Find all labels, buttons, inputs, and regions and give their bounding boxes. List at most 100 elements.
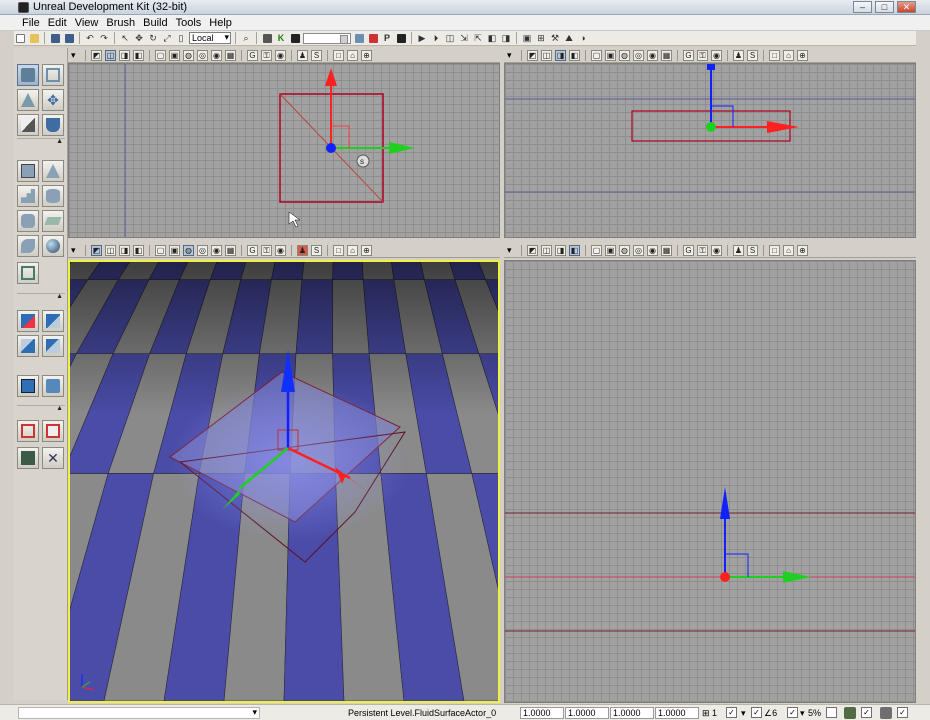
linear-stair-button[interactable] bbox=[17, 185, 39, 207]
show-all-button[interactable]: ✕ bbox=[42, 447, 64, 469]
eye-icon[interactable]: ◉ bbox=[711, 49, 722, 61]
eye-icon[interactable]: ◉ bbox=[275, 49, 286, 61]
camera-mode-button[interactable] bbox=[17, 64, 39, 86]
realtime-toggle[interactable]: G bbox=[247, 244, 258, 256]
content-browser-icon[interactable] bbox=[261, 32, 273, 44]
lit-icon[interactable]: ◍ bbox=[619, 244, 630, 256]
misc-checkbox[interactable]: ✓ bbox=[897, 707, 908, 718]
wireframe-icon[interactable]: ▢ bbox=[155, 49, 166, 61]
pin-icon[interactable]: ⊕ bbox=[361, 244, 372, 256]
lock-icon[interactable]: ⚿ bbox=[697, 49, 708, 61]
csg-subtract-button[interactable] bbox=[42, 310, 64, 332]
light-complexity-icon[interactable]: ◉ bbox=[647, 49, 658, 61]
lighting-only-icon[interactable]: ◎ bbox=[197, 244, 208, 256]
terrain-mode-button[interactable] bbox=[17, 89, 39, 111]
actor-icon[interactable]: ♟ bbox=[733, 49, 744, 61]
realtime-toggle[interactable]: G bbox=[247, 49, 258, 61]
unlit-icon[interactable]: ▣ bbox=[605, 49, 616, 61]
menu-help[interactable]: Help bbox=[205, 17, 236, 29]
wrench-icon[interactable]: ⚒ bbox=[549, 32, 561, 44]
scale-dropdown-icon[interactable]: ▾ bbox=[800, 708, 805, 719]
csg-add-button[interactable] bbox=[17, 310, 39, 332]
paint-mode-button[interactable] bbox=[42, 114, 64, 136]
cone-brush-button[interactable] bbox=[42, 160, 64, 182]
csg-intersect-button[interactable] bbox=[17, 335, 39, 357]
preference-checkbox[interactable]: ✓ bbox=[861, 707, 872, 718]
curved-stair-button[interactable] bbox=[17, 210, 39, 232]
wireframe-icon[interactable]: ▢ bbox=[591, 49, 602, 61]
texture-density-icon[interactable]: ▦ bbox=[661, 244, 672, 256]
play-in-editor-icon[interactable]: ▶ bbox=[416, 32, 428, 44]
texture-density-icon[interactable]: ▦ bbox=[225, 244, 236, 256]
camera-lock-icon[interactable]: ⌂ bbox=[347, 244, 358, 256]
viewport-menu-dropdown[interactable]: ▾ bbox=[71, 50, 80, 61]
add-special-button[interactable] bbox=[42, 375, 64, 397]
camera-lock-icon[interactable]: ⌂ bbox=[783, 49, 794, 61]
lit-icon[interactable]: ◍ bbox=[183, 244, 194, 256]
drag-value-z[interactable]: 1.0000 bbox=[610, 707, 654, 719]
camera-lock-icon[interactable]: ⌂ bbox=[347, 49, 358, 61]
minimize-button[interactable]: – bbox=[853, 1, 872, 13]
toolbox-divider[interactable] bbox=[17, 405, 65, 413]
scale-mode-icon[interactable]: ⤢ bbox=[161, 32, 173, 44]
volume-brush-button[interactable] bbox=[17, 262, 39, 284]
rotation-snap-checkbox[interactable]: ✓ bbox=[751, 707, 762, 718]
play-on-pc-icon[interactable]: ⏵ bbox=[430, 32, 442, 44]
light-complexity-icon[interactable]: ◉ bbox=[647, 244, 658, 256]
wireframe-icon[interactable]: ▢ bbox=[591, 244, 602, 256]
cube-view-2-icon[interactable]: ◨ bbox=[500, 32, 512, 44]
actor-icon[interactable]: ♟ bbox=[297, 49, 308, 61]
maximize-viewport-icon[interactable]: □ bbox=[333, 49, 344, 61]
camera-lock-icon[interactable]: ⌂ bbox=[783, 244, 794, 256]
sheet-brush-button[interactable] bbox=[42, 210, 64, 232]
cylinder-brush-button[interactable] bbox=[42, 185, 64, 207]
maximize-viewport-icon[interactable]: □ bbox=[769, 244, 780, 256]
transform-space-select[interactable]: Local bbox=[189, 32, 231, 44]
close-button[interactable]: ✕ bbox=[897, 1, 916, 13]
actor-icon[interactable]: ♟ bbox=[297, 244, 308, 256]
lock-icon[interactable]: ⚿ bbox=[697, 244, 708, 256]
top-view-icon[interactable]: ◫ bbox=[541, 244, 552, 256]
perspective-view-icon[interactable]: ◩ bbox=[91, 49, 102, 61]
viewport-menu-dropdown[interactable]: ▾ bbox=[507, 245, 516, 256]
menu-brush[interactable]: Brush bbox=[102, 17, 139, 29]
lighting-only-icon[interactable]: ◎ bbox=[633, 244, 644, 256]
show-flags-toggle[interactable]: S bbox=[747, 244, 758, 256]
new-file-icon[interactable] bbox=[14, 32, 26, 44]
spiral-stair-button[interactable] bbox=[17, 235, 39, 257]
menu-file[interactable]: File bbox=[18, 17, 44, 29]
build-lighting-icon[interactable] bbox=[367, 32, 379, 44]
maximize-button[interactable]: □ bbox=[875, 1, 894, 13]
top-view-icon[interactable]: ◫ bbox=[541, 49, 552, 61]
grid-snap-checkbox[interactable]: ✓ bbox=[726, 707, 737, 718]
actor-icon[interactable]: ♟ bbox=[733, 244, 744, 256]
top-view-icon[interactable]: ◫ bbox=[105, 49, 116, 61]
light-complexity-icon[interactable]: ◉ bbox=[211, 244, 222, 256]
pie-icon[interactable]: ◑ bbox=[577, 32, 589, 44]
terrain-icon[interactable]: ⛰ bbox=[563, 32, 575, 44]
scale-snap-checkbox[interactable]: ✓ bbox=[787, 707, 798, 718]
matinee-icon[interactable] bbox=[289, 32, 301, 44]
fly-icon[interactable]: ⇱ bbox=[472, 32, 484, 44]
rotate-mode-icon[interactable]: ↻ bbox=[147, 32, 159, 44]
pin-icon[interactable]: ⊕ bbox=[797, 244, 808, 256]
undo-icon[interactable]: ↶ bbox=[84, 32, 96, 44]
select-mode-icon[interactable]: ↖ bbox=[119, 32, 131, 44]
translate-mode-icon[interactable]: ✥ bbox=[133, 32, 145, 44]
show-flags-toggle[interactable]: S bbox=[311, 49, 322, 61]
csg-deintersect-button[interactable] bbox=[42, 335, 64, 357]
drag-value-w[interactable]: 1.0000 bbox=[655, 707, 699, 719]
move-mode-button[interactable]: ✥ bbox=[42, 89, 64, 111]
viewport-perspective[interactable] bbox=[68, 260, 500, 703]
side-view-icon[interactable]: ◨ bbox=[119, 244, 130, 256]
maximize-viewport-icon[interactable]: □ bbox=[333, 244, 344, 256]
build-geometry-icon[interactable] bbox=[353, 32, 365, 44]
maximize-viewport-icon[interactable]: □ bbox=[769, 49, 780, 61]
front-view-icon[interactable]: ◧ bbox=[569, 244, 580, 256]
front-view-icon[interactable]: ◧ bbox=[569, 49, 580, 61]
perspective-view-icon[interactable]: ◩ bbox=[527, 244, 538, 256]
side-view-icon[interactable]: ◨ bbox=[555, 244, 566, 256]
open-folder-icon[interactable] bbox=[28, 32, 40, 44]
pin-icon[interactable]: ⊕ bbox=[797, 49, 808, 61]
find-actors-icon[interactable]: ⌕ bbox=[240, 32, 252, 44]
